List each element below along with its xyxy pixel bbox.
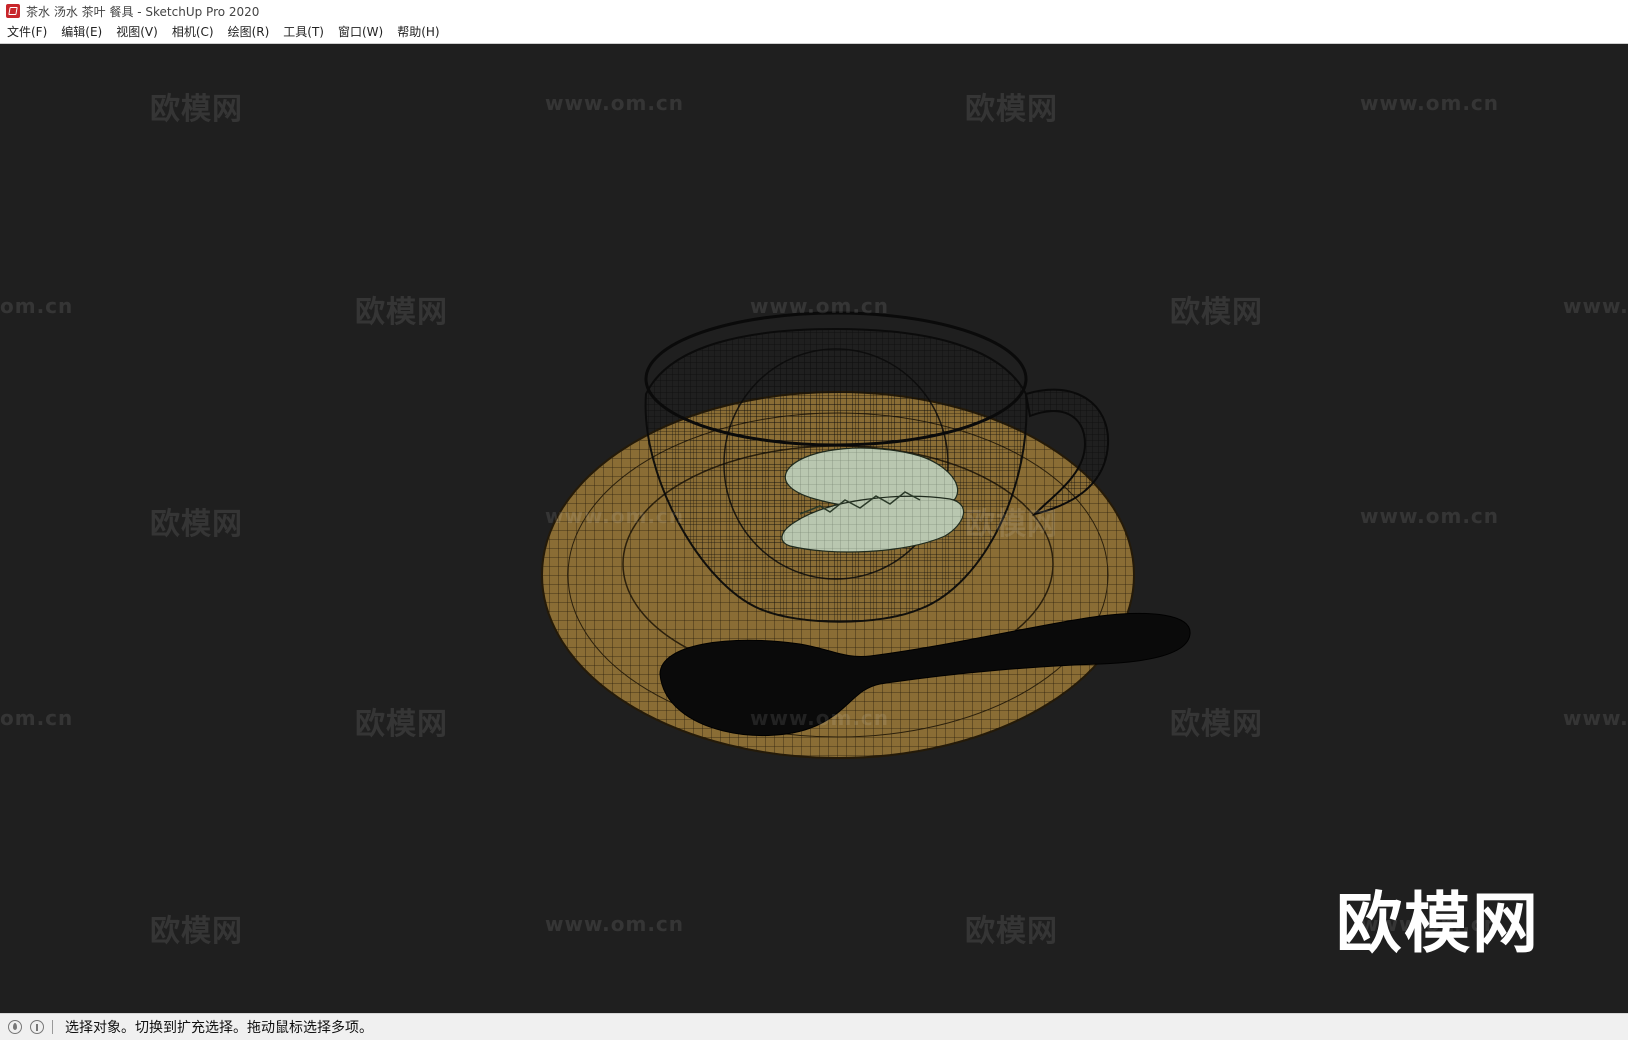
model-scene [541, 311, 1191, 759]
window-title: 茶水 汤水 茶叶 餐具 - SketchUp Pro 2020 [26, 4, 260, 19]
sketchup-logo-icon [6, 4, 20, 18]
menu-bar: 文件(F) 编辑(E) 视图(V) 相机(C) 绘图(R) 工具(T) 窗口(W… [0, 22, 1628, 44]
menu-help[interactable]: 帮助(H) [390, 22, 446, 43]
status-separator [52, 1020, 53, 1034]
geolocation-icon[interactable] [8, 1020, 22, 1034]
menu-draw[interactable]: 绘图(R) [221, 22, 277, 43]
status-message: 选择对象。切换到扩充选择。拖动鼠标选择多项。 [65, 1020, 373, 1036]
menu-view[interactable]: 视图(V) [109, 22, 165, 43]
model-viewport[interactable]: 欧模网 www.om.cn 欧模网 www.om.cn om.cn 欧模网 ww… [0, 44, 1628, 1013]
info-icon[interactable] [30, 1020, 44, 1034]
menu-window[interactable]: 窗口(W) [331, 22, 390, 43]
menu-tools[interactable]: 工具(T) [276, 22, 331, 43]
menu-file[interactable]: 文件(F) [0, 22, 54, 43]
title-bar: 茶水 汤水 茶叶 餐具 - SketchUp Pro 2020 [0, 0, 1628, 22]
status-bar: 选择对象。切换到扩充选择。拖动鼠标选择多项。 [0, 1013, 1628, 1040]
watermark-logo-large: 欧模网 [1336, 885, 1540, 962]
menu-camera[interactable]: 相机(C) [165, 22, 221, 43]
menu-edit[interactable]: 编辑(E) [54, 22, 109, 43]
